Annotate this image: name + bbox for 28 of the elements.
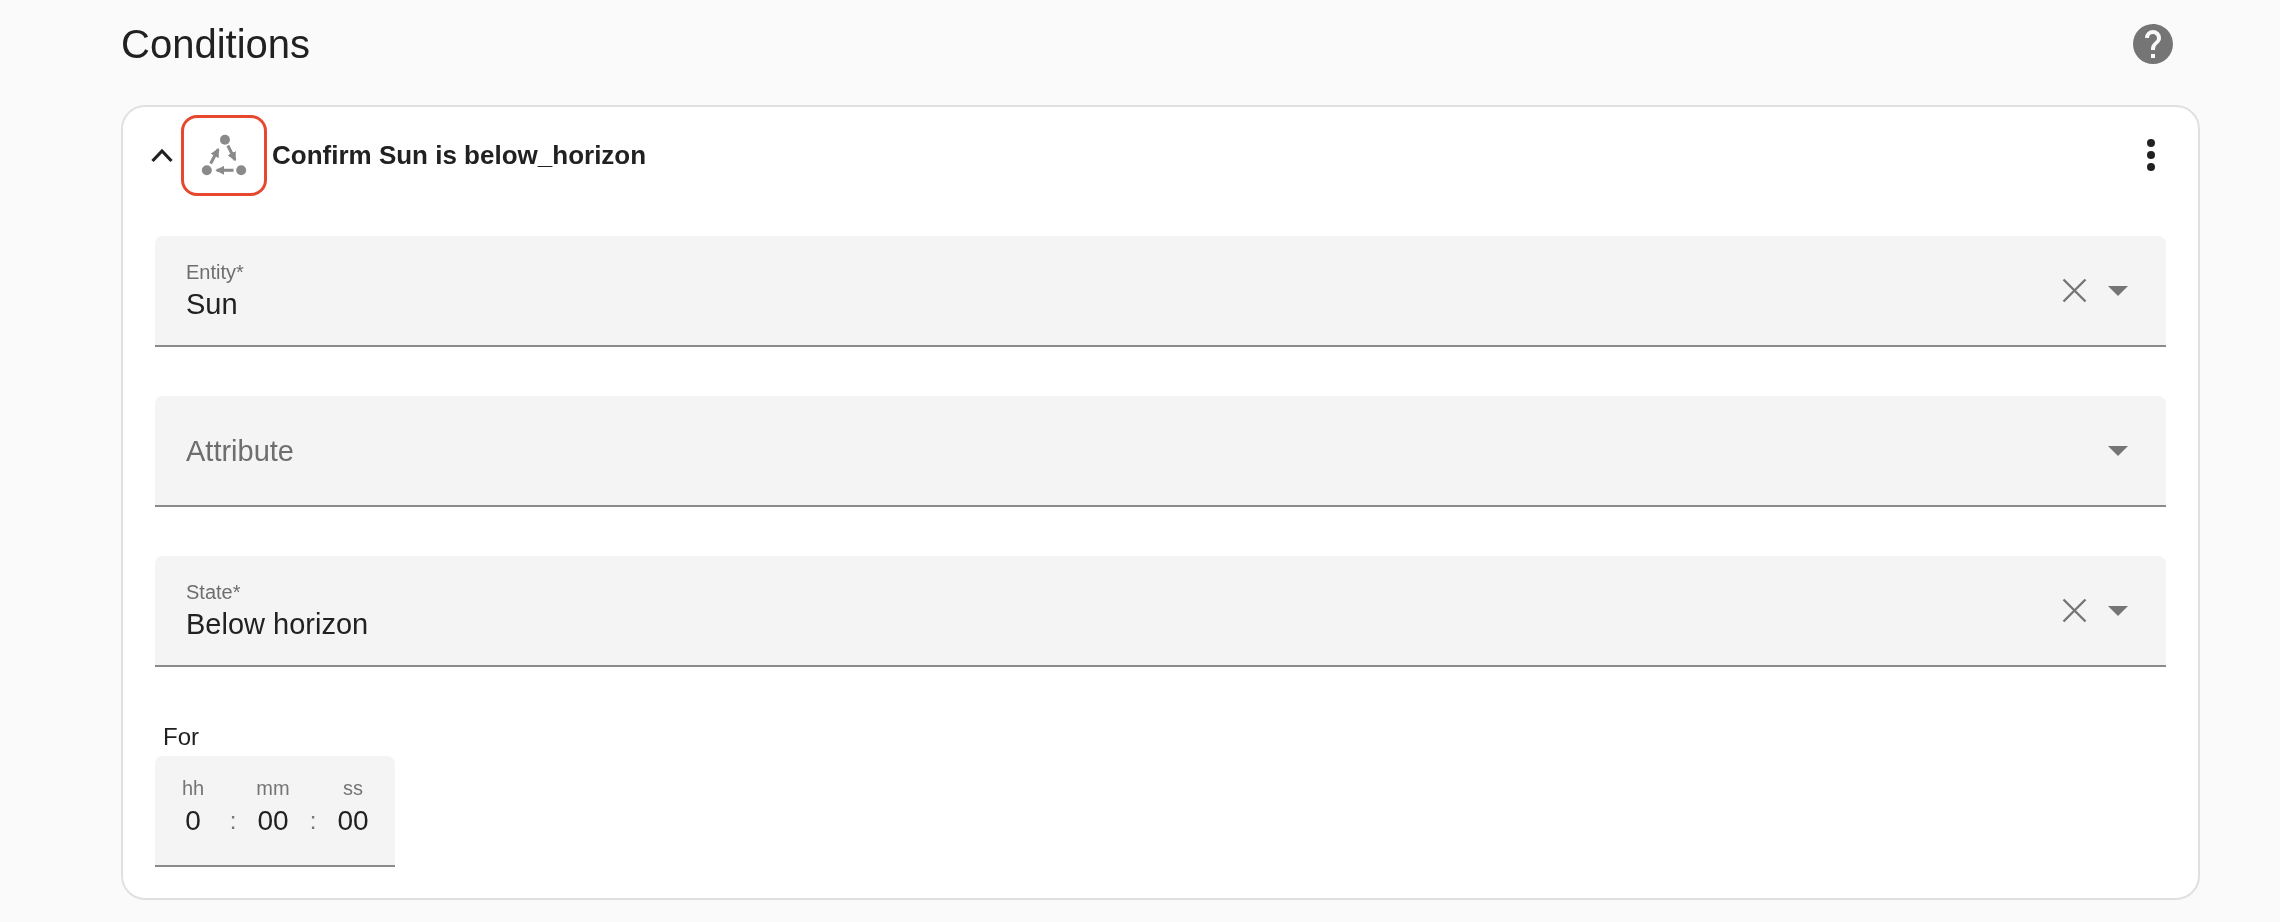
time-separator: : <box>228 806 238 836</box>
select-field[interactable]: Entity* Sun <box>155 236 2166 347</box>
section-heading: Conditions <box>121 21 310 68</box>
help-icon[interactable] <box>2133 24 2173 64</box>
field-label: State* <box>186 580 241 604</box>
time-input[interactable]: 0 <box>185 805 201 837</box>
clear-icon[interactable] <box>2062 598 2087 623</box>
dropdown-arrow-icon[interactable] <box>2108 445 2128 456</box>
time-unit-label: mm <box>256 776 290 800</box>
clear-icon[interactable] <box>2062 278 2087 303</box>
dropdown-arrow-icon[interactable] <box>2108 605 2128 616</box>
field-value: Below horizon <box>186 607 369 641</box>
time-unit-label: hh <box>181 776 205 800</box>
duration-field[interactable]: hh 0 : mm 00 : ss 00 <box>155 756 395 867</box>
chevron-up-icon[interactable] <box>150 147 174 163</box>
time-separator: : <box>308 806 318 836</box>
time-input[interactable]: 00 <box>337 805 369 837</box>
condition-title: Confirm Sun is below_horizon <box>272 139 647 171</box>
field-label: Attribute <box>186 433 294 468</box>
field-label: For <box>163 723 199 751</box>
field-label: Entity* <box>186 260 244 284</box>
dropdown-arrow-icon[interactable] <box>2108 285 2128 296</box>
field-value: Sun <box>186 287 238 321</box>
dots-vertical-icon <box>2147 139 2155 171</box>
time-unit-label: ss <box>343 776 363 800</box>
select-field[interactable]: State* Below horizon <box>155 556 2166 667</box>
select-field[interactable]: Attribute <box>155 396 2166 507</box>
time-input[interactable]: 00 <box>257 805 289 837</box>
